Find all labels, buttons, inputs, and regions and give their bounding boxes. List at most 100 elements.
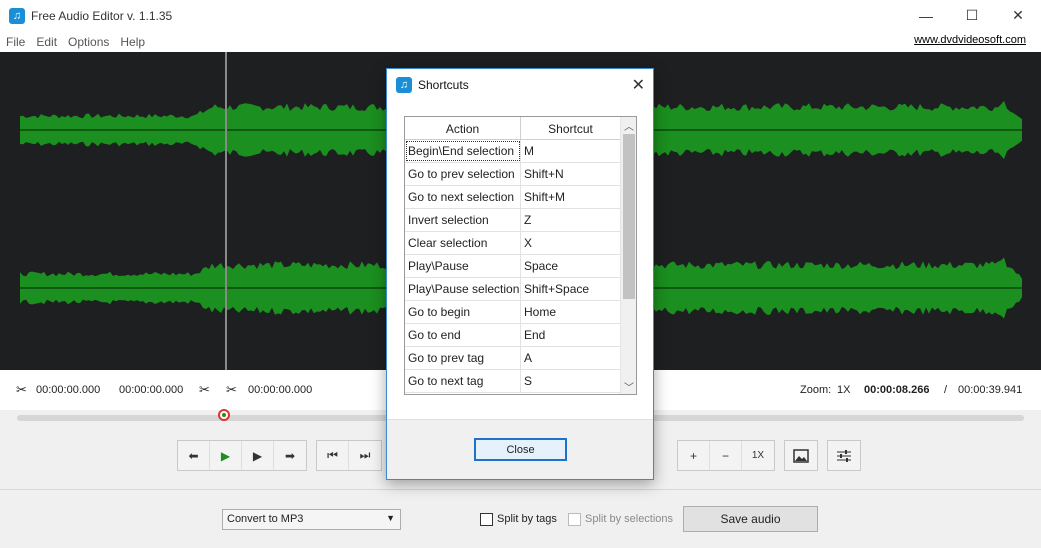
zoom-value: 1X [837, 384, 851, 396]
title-bar: ♫ Free Audio Editor v. 1.1.35 — ☐ ✕ [0, 0, 1041, 31]
time-separator: / [944, 384, 948, 396]
menu-file[interactable]: File [0, 35, 30, 49]
dialog-footer: Close [387, 420, 653, 479]
next-button[interactable]: ➡ [274, 441, 306, 470]
table-row[interactable]: Go to next tag S [405, 370, 621, 393]
shortcut-cell: Shift+N [521, 163, 621, 185]
total-time: 00:00:39.941 [958, 384, 1023, 396]
close-button[interactable]: Close [474, 438, 567, 461]
prev-button[interactable]: ⬅ [178, 441, 210, 470]
table-row[interactable]: Go to next selection Shift+M [405, 186, 621, 209]
grid-rows: Begin\End selection M Go to prev selection… [405, 140, 621, 393]
shortcut-cell: A [521, 347, 621, 369]
minimize-button[interactable]: — [903, 0, 949, 31]
shortcut-cell: Shift+Space [521, 278, 621, 300]
menu-bar: File Edit Options Help www.dvdvideosoft.… [0, 31, 1041, 52]
format-select-value: Convert to MP3 [227, 513, 304, 525]
play-selection-button[interactable]: ▶ [242, 441, 274, 470]
menu-edit[interactable]: Edit [30, 35, 62, 49]
sliders-icon[interactable] [828, 441, 860, 470]
grid-header: Action Shortcut [405, 117, 621, 140]
music-note-icon: ♫ [9, 7, 25, 24]
zoom-out-button[interactable]: − [710, 441, 742, 470]
table-row[interactable]: Begin\End selection M [405, 140, 621, 163]
cut-position-time: 00:00:00.000 [248, 384, 313, 396]
action-cell: Go to prev selection [405, 163, 521, 185]
table-row[interactable]: Go to end End [405, 324, 621, 347]
table-row[interactable]: Play\Pause selection Shift+Space [405, 278, 621, 301]
action-cell: Clear selection [405, 232, 521, 254]
split-by-selections-checkbox[interactable] [568, 513, 581, 526]
chevron-down-icon: ▼ [386, 513, 395, 523]
bottom-bar: Convert to MP3 ▼ Split by tags Split by … [0, 489, 1041, 548]
scroll-up-icon[interactable]: ︿ [621, 117, 636, 133]
music-note-icon: ♫ [396, 76, 412, 93]
maximize-button[interactable]: ☐ [949, 0, 995, 31]
zoom-label: Zoom: [800, 384, 832, 396]
shortcut-cell: S [521, 370, 621, 392]
window-controls: — ☐ ✕ [903, 0, 1041, 31]
image-icon[interactable] [785, 441, 817, 470]
action-cell: Go to next tag [405, 370, 521, 392]
split-by-tags-checkbox[interactable] [480, 513, 493, 526]
current-time: 00:00:08.266 [864, 384, 930, 396]
action-cell: Go to next selection [405, 186, 521, 208]
selection-end-time: 00:00:00.000 [119, 384, 184, 396]
dialog-title: Shortcuts [418, 77, 469, 92]
menu-help[interactable]: Help [114, 35, 150, 49]
split-by-tags-label: Split by tags [497, 513, 557, 525]
zoom-reset-button[interactable]: 1X [742, 441, 774, 470]
shortcut-cell: Shift+M [521, 186, 621, 208]
shortcuts-grid[interactable]: Action Shortcut Begin\End selection M Go t… [404, 116, 637, 395]
shortcut-cell: M [521, 140, 621, 162]
action-cell: Go to prev tag [405, 347, 521, 369]
close-icon[interactable]: ✕ [632, 75, 645, 95]
table-row[interactable]: Go to prev tag A [405, 347, 621, 370]
dialog-body: Action Shortcut Begin\End selection M Go t… [387, 100, 653, 420]
action-cell: Play\Pause [405, 255, 521, 277]
zoom-controls: + − 1X [677, 440, 775, 471]
action-cell: Begin\End selection [405, 140, 521, 162]
table-row[interactable]: Clear selection X [405, 232, 621, 255]
vertical-scrollbar[interactable]: ︿ ﹀ [620, 117, 636, 394]
image-button-group [784, 440, 818, 471]
table-row[interactable]: Invert selection Z [405, 209, 621, 232]
split-by-selections-label: Split by selections [585, 513, 674, 525]
skip-back-button[interactable]: ⏮ [317, 441, 349, 470]
skip-forward-button[interactable]: ⏭ [349, 441, 381, 470]
play-button[interactable]: ▶ [210, 441, 242, 470]
shortcut-cell: Z [521, 209, 621, 231]
shortcuts-dialog: ♫ Shortcuts ✕ Action Shortcut Begin\End … [386, 68, 654, 480]
settings-button-group [827, 440, 861, 471]
cut-selection-icon[interactable]: ✂ [199, 382, 215, 398]
shortcut-cell: X [521, 232, 621, 254]
action-cell: Invert selection [405, 209, 521, 231]
website-link[interactable]: www.dvdvideosoft.com [914, 34, 1026, 46]
selection-start-icon[interactable]: ✂ [16, 382, 32, 398]
action-cell: Go to begin [405, 301, 521, 323]
shortcut-cell: End [521, 324, 621, 346]
action-cell: Play\Pause selection [405, 278, 521, 300]
format-select[interactable]: Convert to MP3 ▼ [222, 509, 401, 530]
window-title: Free Audio Editor v. 1.1.35 [31, 8, 173, 23]
action-cell: Go to end [405, 324, 521, 346]
zoom-in-button[interactable]: + [678, 441, 710, 470]
scroll-thumb[interactable] [623, 134, 635, 299]
skip-controls: ⏮ ⏭ [316, 440, 382, 471]
column-header-shortcut[interactable]: Shortcut [521, 117, 621, 140]
close-window-button[interactable]: ✕ [995, 0, 1041, 31]
save-audio-button[interactable]: Save audio [683, 506, 818, 532]
dialog-title-bar: ♫ Shortcuts ✕ [387, 69, 653, 100]
selection-start-time: 00:00:00.000 [36, 384, 101, 396]
shortcut-cell: Space [521, 255, 621, 277]
table-row[interactable]: Go to begin Home [405, 301, 621, 324]
playhead-cursor[interactable] [225, 52, 227, 370]
column-header-action[interactable]: Action [405, 117, 521, 140]
table-row[interactable]: Play\Pause Space [405, 255, 621, 278]
cut-position-icon[interactable]: ✂ [226, 382, 242, 398]
table-row[interactable]: Go to prev selection Shift+N [405, 163, 621, 186]
menu-options[interactable]: Options [62, 35, 114, 49]
scroll-down-icon[interactable]: ﹀ [621, 378, 636, 394]
playback-controls: ⬅ ▶ ▶ ➡ [177, 440, 307, 471]
shortcut-cell: Home [521, 301, 621, 323]
